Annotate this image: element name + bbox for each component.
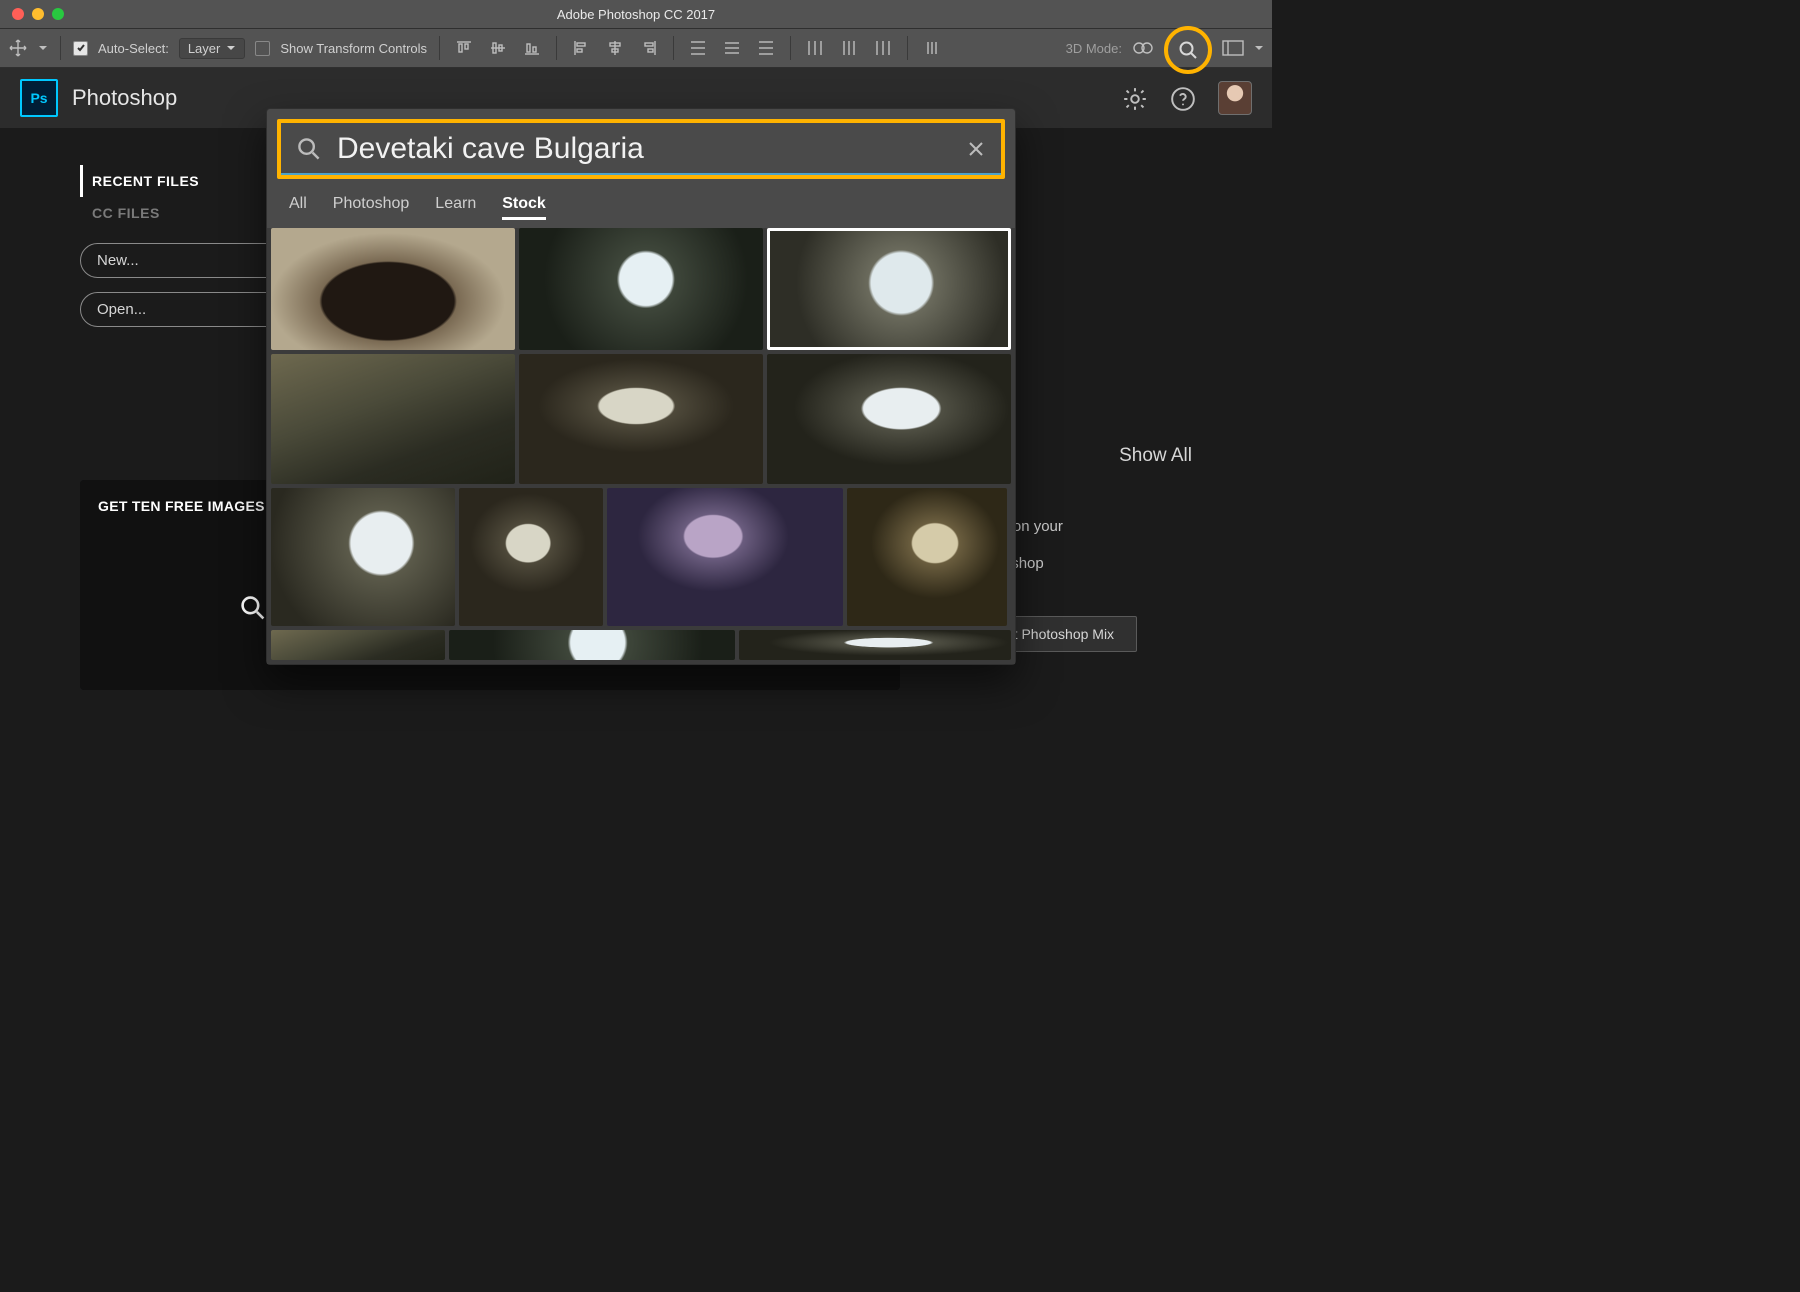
minimize-window-button[interactable]: [32, 8, 44, 20]
tab-all[interactable]: All: [289, 195, 307, 220]
search-highlight-ring: [1164, 26, 1212, 74]
show-transform-controls-label: Show Transform Controls: [280, 41, 427, 56]
clear-search-button[interactable]: [967, 140, 985, 158]
move-tool-icon[interactable]: [8, 38, 28, 58]
tab-photoshop[interactable]: Photoshop: [333, 195, 410, 220]
align-bottom-edges-button[interactable]: [520, 36, 544, 60]
open-button[interactable]: Open...: [80, 292, 284, 327]
search-popup: All Photoshop Learn Stock: [266, 108, 1016, 665]
close-icon: [967, 140, 985, 158]
show-transform-controls-checkbox[interactable]: [255, 41, 270, 56]
align-horizontal-centers-button[interactable]: [603, 36, 627, 60]
sidebar-item-recent-files[interactable]: RECENT FILES: [80, 165, 270, 197]
tool-preset-chevron-icon[interactable]: [38, 43, 48, 53]
divider: [790, 36, 791, 60]
sidebar-item-label: RECENT FILES: [92, 173, 199, 189]
auto-select-dropdown[interactable]: Layer: [179, 38, 246, 59]
stock-result-thumb[interactable]: [847, 488, 1007, 626]
gear-icon[interactable]: [1122, 86, 1146, 110]
logo-text: Ps: [30, 90, 47, 106]
tab-label: Photoshop: [333, 195, 410, 212]
maximize-window-button[interactable]: [52, 8, 64, 20]
panel-layout-button[interactable]: [1222, 40, 1244, 56]
distribute-bottom-button[interactable]: [754, 36, 778, 60]
search-tabs: All Photoshop Learn Stock: [267, 189, 1015, 228]
stock-result-thumb[interactable]: [271, 488, 455, 626]
open-button-label: Open...: [97, 301, 146, 318]
distribute-horizontal-button[interactable]: [837, 36, 861, 60]
align-left-edges-button[interactable]: [569, 36, 593, 60]
titlebar: Adobe Photoshop CC 2017: [0, 0, 1272, 29]
divider: [907, 36, 908, 60]
avatar[interactable]: [1218, 81, 1252, 115]
divider: [673, 36, 674, 60]
search-results-row-partial: [267, 630, 1015, 664]
new-button-label: New...: [97, 252, 139, 269]
more-align-button[interactable]: [920, 36, 944, 60]
show-all-link[interactable]: Show All: [1119, 445, 1192, 467]
stock-result-thumb[interactable]: [519, 228, 763, 350]
window-title: Adobe Photoshop CC 2017: [0, 7, 1272, 22]
window-controls: [0, 8, 64, 20]
search-button[interactable]: [1178, 40, 1198, 60]
tab-label: Learn: [435, 195, 476, 212]
distribute-top-button[interactable]: [686, 36, 710, 60]
divider: [556, 36, 557, 60]
stock-result-thumb[interactable]: [607, 488, 843, 626]
stock-result-thumb[interactable]: [767, 228, 1011, 350]
stock-result-thumb[interactable]: [459, 488, 603, 626]
search-bar: [281, 123, 1001, 175]
app-name: Photoshop: [72, 85, 177, 111]
stock-result-thumb[interactable]: [271, 630, 445, 660]
auto-select-value: Layer: [188, 41, 221, 56]
sidebar-item-label: CC FILES: [92, 205, 160, 221]
3d-orbit-icon[interactable]: [1132, 39, 1154, 57]
align-top-edges-button[interactable]: [452, 36, 476, 60]
stock-result-thumb[interactable]: [271, 354, 515, 484]
stock-result-thumb[interactable]: [767, 354, 1011, 484]
sidebar-item-cc-files[interactable]: CC FILES: [80, 197, 270, 229]
search-icon: [240, 595, 266, 621]
auto-select-label: Auto-Select:: [98, 41, 169, 56]
divider: [60, 36, 61, 60]
options-bar: Auto-Select: Layer Show Transform Contro…: [0, 29, 1272, 68]
photoshop-logo: Ps: [20, 79, 58, 117]
help-icon[interactable]: [1170, 86, 1194, 110]
new-button[interactable]: New...: [80, 243, 284, 278]
workspace-chevron-icon[interactable]: [1254, 43, 1264, 53]
auto-select-checkbox[interactable]: [73, 41, 88, 56]
chevron-down-icon: [226, 43, 236, 53]
search-bar-highlight: [277, 119, 1005, 179]
tab-learn[interactable]: Learn: [435, 195, 476, 220]
distribute-vertical-button[interactable]: [720, 36, 744, 60]
distribute-right-button[interactable]: [871, 36, 895, 60]
stock-result-thumb[interactable]: [519, 354, 763, 484]
align-right-edges-button[interactable]: [637, 36, 661, 60]
close-window-button[interactable]: [12, 8, 24, 20]
search-icon: [297, 137, 321, 161]
align-vertical-centers-button[interactable]: [486, 36, 510, 60]
tab-stock[interactable]: Stock: [502, 195, 546, 220]
search-results-grid: [267, 228, 1015, 630]
divider: [439, 36, 440, 60]
stock-result-thumb[interactable]: [449, 630, 735, 660]
tab-label: All: [289, 195, 307, 212]
stock-result-thumb[interactable]: [739, 630, 1011, 660]
search-input[interactable]: [335, 131, 953, 167]
stock-result-thumb[interactable]: [271, 228, 515, 350]
tab-label: Stock: [502, 195, 546, 212]
sidebar: RECENT FILES CC FILES New... Open...: [80, 165, 270, 327]
3d-mode-label: 3D Mode:: [1066, 41, 1122, 56]
distribute-left-button[interactable]: [803, 36, 827, 60]
